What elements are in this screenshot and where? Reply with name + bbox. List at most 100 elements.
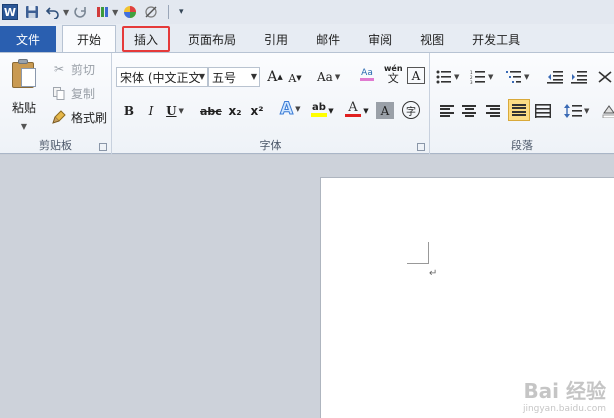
shading-icon	[602, 105, 614, 118]
paste-icon	[11, 59, 37, 89]
font-group-label: 字体	[259, 139, 282, 152]
subscript-button[interactable]: x₂	[226, 101, 244, 121]
shrink-font-button[interactable]: A ▼	[286, 68, 304, 88]
shading-button[interactable]	[600, 101, 614, 121]
align-center-icon	[462, 105, 476, 117]
paragraph-group: ▼ 1 2 3 ▼ ▼ ▼ 段落	[430, 53, 614, 155]
font-name-dropdown-icon: ▼	[198, 72, 205, 81]
text-effects-button[interactable]: A ▼	[279, 99, 300, 120]
line-spacing-button[interactable]: ▼	[564, 101, 589, 121]
numbering-icon: 123	[470, 70, 485, 84]
increase-indent-icon	[571, 71, 587, 84]
ribbon: 粘贴 ▼ ✂ 剪切 复制 格式刷 剪贴板 宋体 (中文正文 ▼ 五号 ▼ A ▲…	[0, 52, 614, 155]
tab-view[interactable]: 视图	[406, 26, 458, 52]
bullets-button[interactable]: ▼	[436, 67, 459, 87]
font-color-button[interactable]: A	[344, 99, 362, 119]
justify-button[interactable]	[508, 99, 530, 121]
brush-dropdown-icon[interactable]: ▼	[112, 8, 118, 17]
ribbon-tabs: 文件 开始 插入 页面布局 引用 邮件 审阅 视图 开发工具	[0, 24, 614, 52]
distributed-button[interactable]	[534, 101, 552, 121]
italic-button[interactable]: I	[142, 101, 160, 121]
chinese-layout-icon	[598, 71, 612, 83]
character-border-button[interactable]: A	[407, 67, 425, 84]
underline-button[interactable]: U ▼	[166, 101, 184, 121]
align-right-icon	[486, 105, 500, 117]
redo-icon[interactable]	[73, 4, 89, 20]
format-painter-brushes-icon[interactable]	[94, 4, 110, 20]
align-left-icon	[440, 105, 454, 117]
paragraph-mark: ↵	[429, 268, 438, 279]
color-wheel-icon[interactable]	[122, 4, 138, 20]
strikethrough-button[interactable]: abc	[200, 101, 222, 121]
enclose-characters-icon: 字	[406, 106, 416, 118]
font-group: 宋体 (中文正文 ▼ 五号 ▼ A ▲ A ▼ Aa ▼ Aa wén 文 A B I…	[112, 53, 430, 155]
clipboard-group-label: 剪贴板	[39, 139, 72, 152]
svg-text:3: 3	[470, 80, 473, 84]
align-right-button[interactable]	[484, 101, 502, 121]
watermark: Bai 经验 jingyan.baidu.com	[523, 375, 606, 414]
superscript-icon: x²	[250, 104, 264, 118]
tab-review[interactable]: 审阅	[354, 26, 406, 52]
undo-icon[interactable]	[45, 4, 61, 20]
increase-indent-button[interactable]	[570, 67, 588, 87]
font-dialog-launcher-icon[interactable]	[417, 143, 425, 151]
chinese-layout-button[interactable]	[596, 67, 614, 87]
align-left-button[interactable]	[438, 101, 456, 121]
text-effects-icon: A	[279, 99, 294, 120]
tab-developer[interactable]: 开发工具	[458, 26, 534, 52]
font-size-value: 五号	[212, 70, 237, 85]
italic-icon: I	[148, 104, 154, 118]
tab-references[interactable]: 引用	[250, 26, 302, 52]
word-logo-icon[interactable]: W	[2, 4, 18, 20]
tab-file[interactable]: 文件	[0, 26, 56, 52]
bullets-icon	[436, 70, 451, 84]
draw-icon[interactable]	[143, 4, 159, 20]
tab-home[interactable]: 开始	[62, 25, 117, 52]
superscript-button[interactable]: x²	[248, 101, 266, 121]
paste-button[interactable]: 粘贴 ▼	[6, 57, 42, 137]
justify-icon	[512, 104, 526, 116]
customize-toolbar-icon[interactable]: ▾	[173, 4, 189, 20]
paste-dropdown-icon[interactable]: ▼	[21, 122, 27, 131]
clear-formatting-icon: Aa	[361, 68, 373, 78]
highlight-dropdown-icon[interactable]: ▼	[327, 101, 335, 121]
font-color-icon: A	[348, 99, 358, 115]
highlight-icon: ab	[312, 101, 326, 113]
decrease-indent-button[interactable]	[546, 67, 564, 87]
font-color-dropdown-icon[interactable]: ▼	[362, 101, 370, 121]
phonetic-guide-icon: 文	[387, 72, 399, 85]
multilevel-list-button[interactable]: ▼	[506, 67, 529, 87]
cut-button[interactable]: ✂ 剪切	[52, 59, 95, 79]
change-case-button[interactable]: Aa ▼	[317, 67, 340, 87]
enclose-characters-button[interactable]: 字	[402, 101, 420, 119]
quick-access-toolbar: W ▼ ▼ ▾	[0, 0, 614, 24]
format-painter-button[interactable]: 格式刷	[52, 107, 107, 127]
numbering-button[interactable]: 1 2 3 ▼	[470, 67, 493, 87]
watermark-url: jingyan.baidu.com	[522, 404, 606, 414]
distributed-icon	[535, 104, 551, 118]
undo-dropdown-icon[interactable]: ▼	[63, 8, 69, 17]
tab-page-layout[interactable]: 页面布局	[174, 26, 250, 52]
tab-insert[interactable]: 插入	[122, 26, 171, 52]
save-icon[interactable]	[24, 4, 40, 20]
bold-button[interactable]: B	[120, 101, 138, 121]
font-name-combo[interactable]: 宋体 (中文正文 ▼	[116, 67, 208, 87]
toolbar-separator	[168, 5, 170, 19]
character-border-icon: A	[411, 68, 421, 83]
clipboard-dialog-launcher-icon[interactable]	[99, 143, 107, 151]
phonetic-guide-button[interactable]: wén 文	[384, 64, 403, 84]
strikethrough-icon: abc	[200, 104, 222, 118]
paragraph-group-label: 段落	[511, 139, 533, 152]
cut-label: 剪切	[71, 62, 96, 77]
font-size-combo[interactable]: 五号 ▼	[208, 67, 260, 87]
highlight-button[interactable]: ab	[310, 99, 328, 119]
format-painter-label: 格式刷	[71, 110, 108, 125]
tab-mailings[interactable]: 邮件	[302, 26, 354, 52]
character-shading-button[interactable]: A	[376, 102, 394, 119]
grow-font-button[interactable]: A ▲	[266, 67, 284, 87]
underline-icon: U	[166, 104, 177, 118]
clear-formatting-button[interactable]: Aa	[358, 65, 376, 85]
document-area: ↵ Bai 经验 jingyan.baidu.com	[0, 155, 614, 418]
copy-button[interactable]: 复制	[52, 83, 95, 103]
align-center-button[interactable]	[460, 101, 478, 121]
